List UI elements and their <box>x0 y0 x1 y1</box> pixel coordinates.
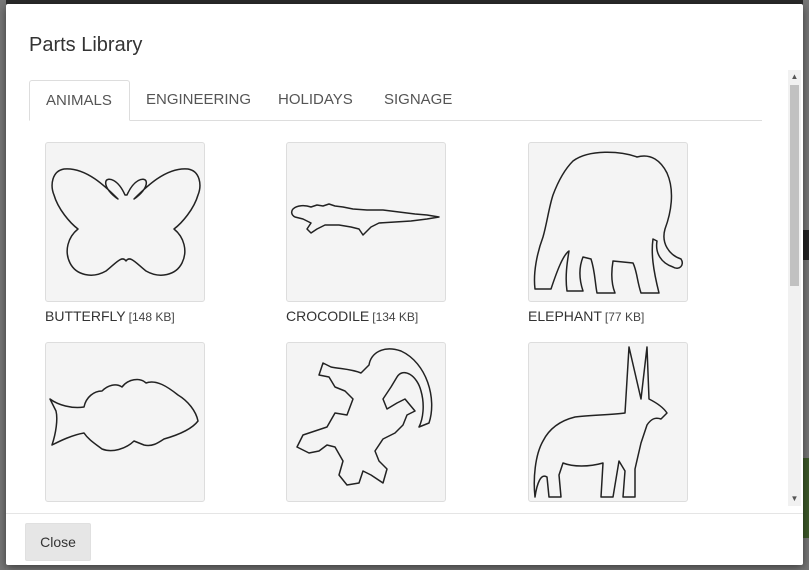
part-size: [77 KB] <box>604 310 645 324</box>
part-name: ELEPHANT <box>528 308 602 324</box>
background-right-green <box>803 458 809 538</box>
part-thumbnail[interactable] <box>286 342 446 502</box>
part-caption: BUTTERFLY [148 KB] <box>45 308 207 324</box>
tab-engineering[interactable]: ENGINEERING <box>130 80 267 120</box>
part-thumbnail[interactable] <box>528 142 688 302</box>
part-item-butterfly[interactable]: BUTTERFLY [148 KB] <box>45 142 207 324</box>
part-size: [148 KB] <box>128 310 175 324</box>
scroll-up-arrow-icon[interactable]: ▲ <box>788 70 801 84</box>
part-item-fish[interactable] <box>45 342 207 502</box>
background-right-block <box>803 230 809 260</box>
part-thumbnail[interactable] <box>45 142 205 302</box>
tab-signage[interactable]: SIGNAGE <box>368 80 468 120</box>
part-item-elephant[interactable]: ELEPHANT [77 KB] <box>528 142 690 324</box>
part-thumbnail[interactable] <box>286 142 446 302</box>
category-tabs: ANIMALS ENGINEERING HOLIDAYS SIGNAGE <box>29 80 762 121</box>
oryx-icon <box>533 346 668 498</box>
tab-holidays[interactable]: HOLIDAYS <box>262 80 369 120</box>
part-name: BUTTERFLY <box>45 308 126 324</box>
part-thumbnail[interactable] <box>45 342 205 502</box>
parts-library-modal: Parts Library ANIMALS ENGINEERING HOLIDA… <box>6 4 803 565</box>
scroll-down-arrow-icon[interactable]: ▼ <box>788 492 801 506</box>
part-item-gecko[interactable] <box>286 342 448 502</box>
modal-footer: Close <box>6 513 803 565</box>
scroll-thumb[interactable] <box>790 85 799 286</box>
fish-icon <box>49 378 199 452</box>
crocodile-icon <box>290 203 440 236</box>
part-name: CROCODILE <box>286 308 370 324</box>
modal-body: ANIMALS ENGINEERING HOLIDAYS SIGNAGE BUT… <box>6 70 803 506</box>
elephant-icon <box>533 151 684 294</box>
tab-animals[interactable]: ANIMALS <box>29 80 130 121</box>
close-button[interactable]: Close <box>25 523 91 561</box>
part-caption: ELEPHANT [77 KB] <box>528 308 690 324</box>
part-item-crocodile[interactable]: CROCODILE [134 KB] <box>286 142 448 324</box>
part-item-oryx[interactable] <box>528 342 690 502</box>
part-size: [134 KB] <box>372 310 419 324</box>
part-caption: CROCODILE [134 KB] <box>286 308 448 324</box>
part-thumbnail[interactable] <box>528 342 688 502</box>
modal-title: Parts Library <box>29 34 143 56</box>
butterfly-icon <box>51 168 201 276</box>
modal-scrollbar[interactable]: ▲ ▼ <box>788 70 801 506</box>
gecko-icon <box>296 348 433 486</box>
